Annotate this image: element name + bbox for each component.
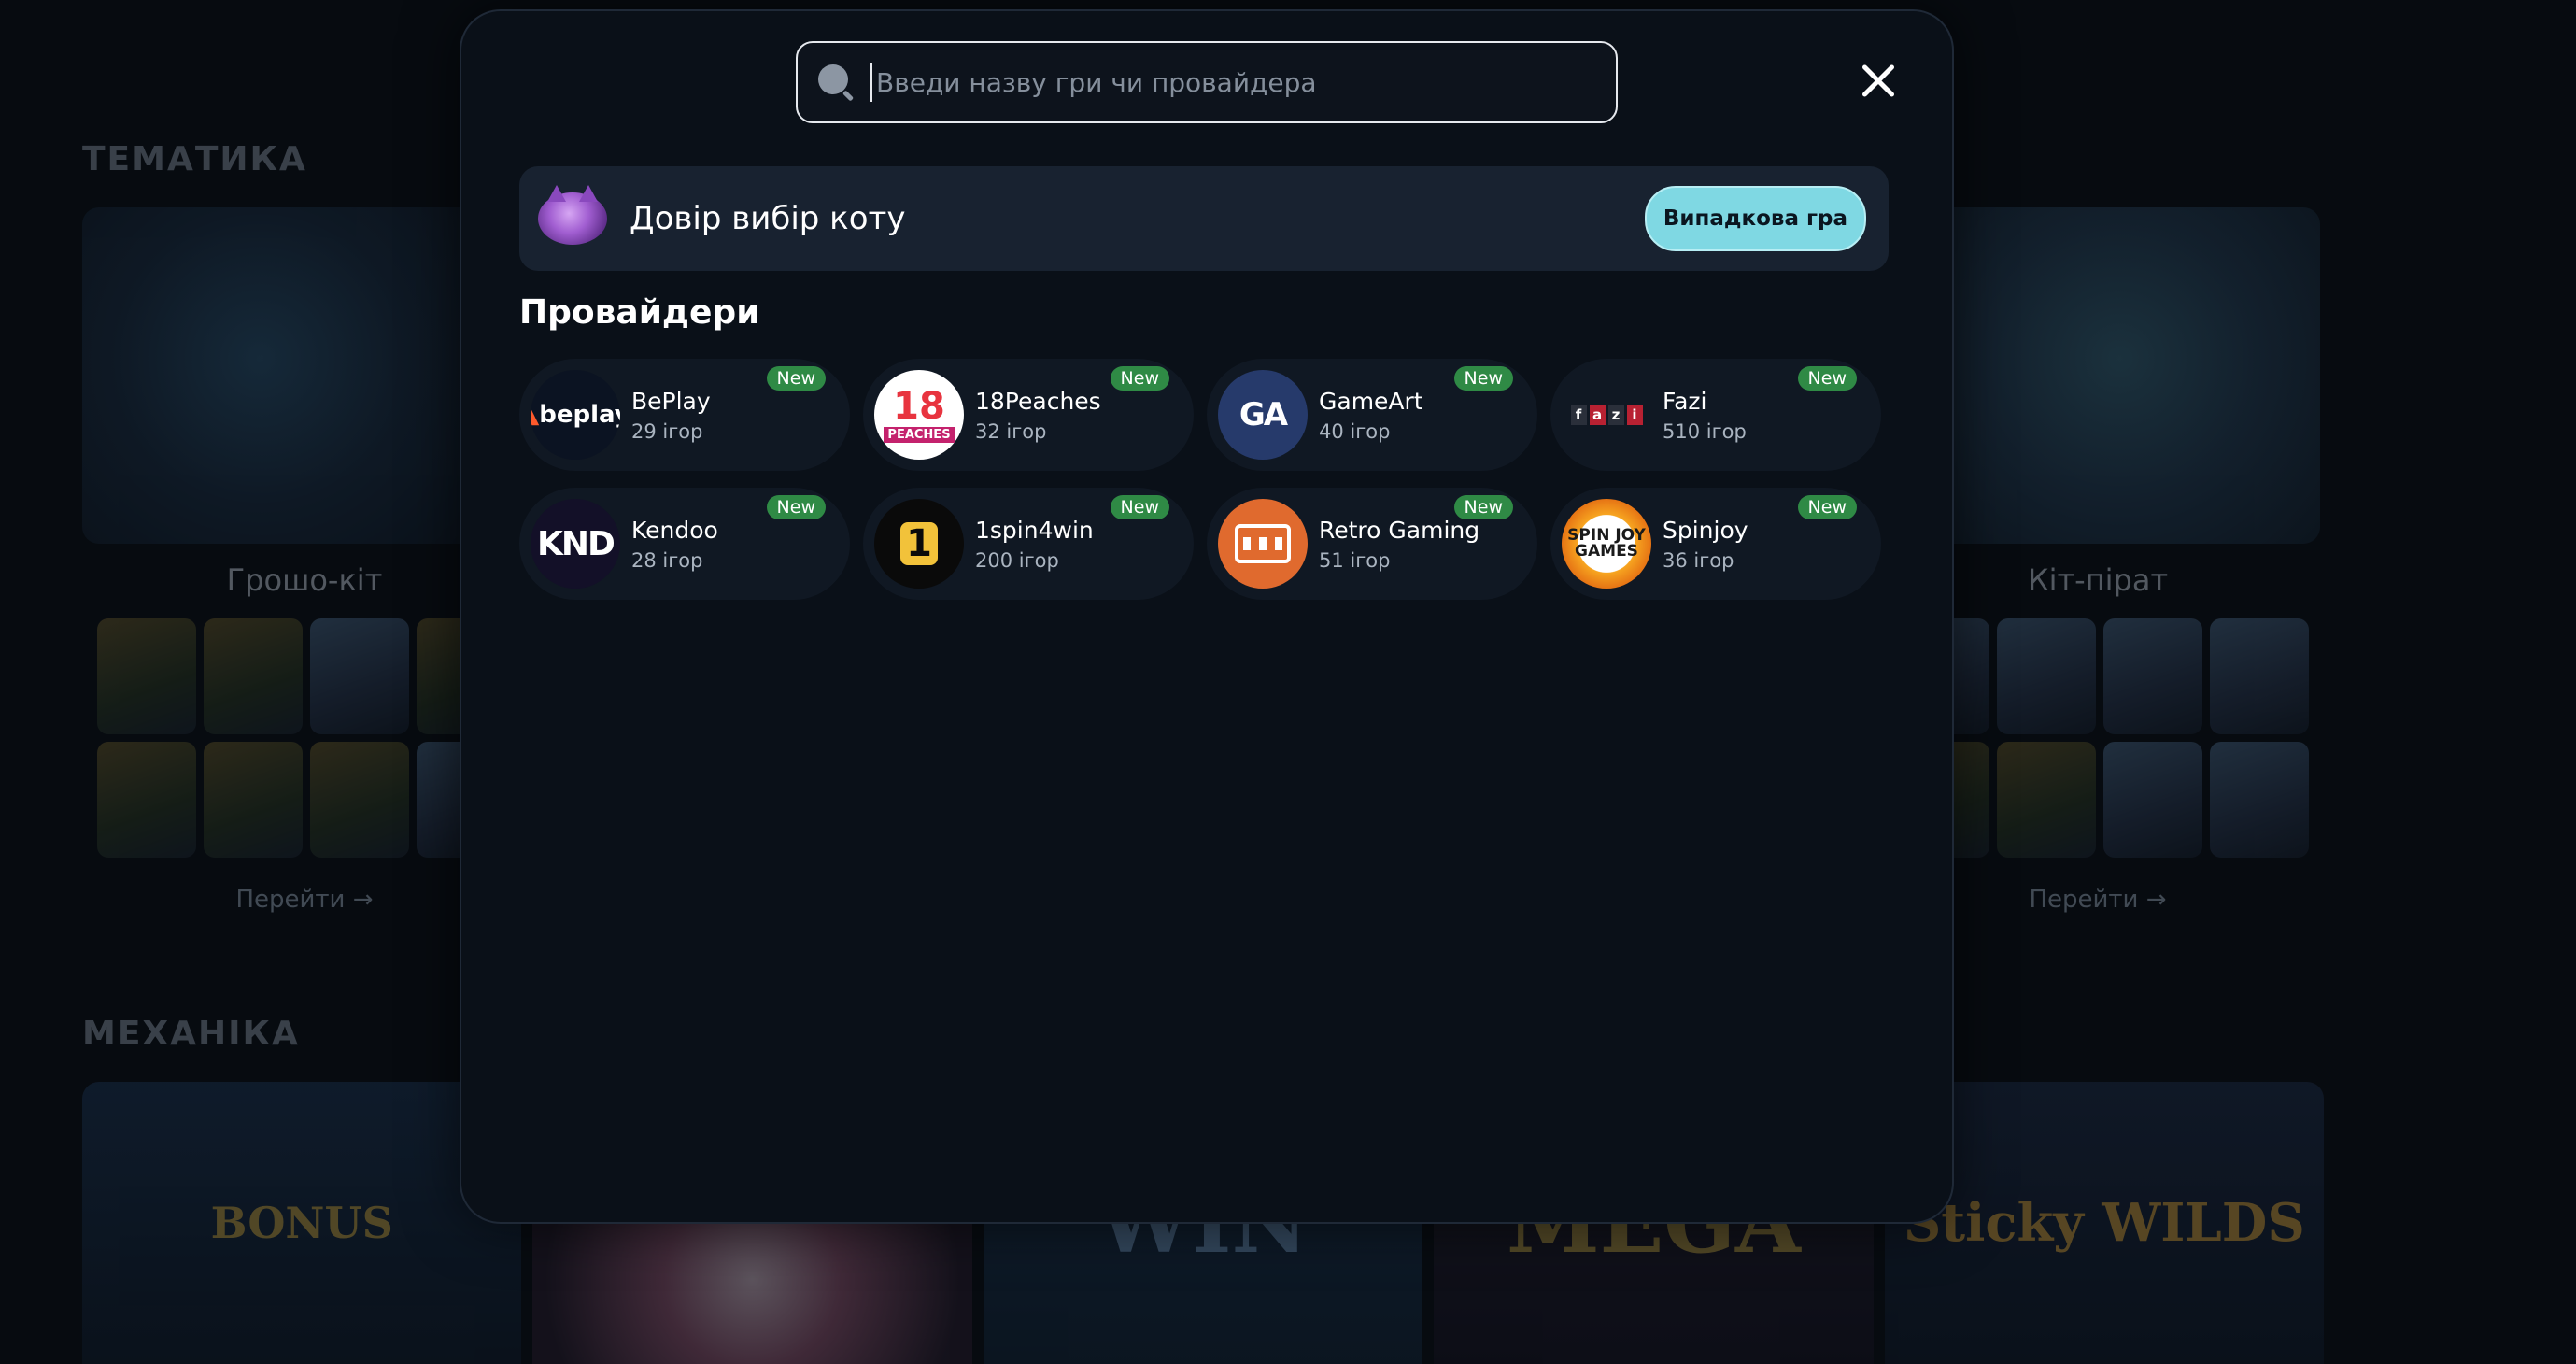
provider-game-count: 29 ігор xyxy=(631,419,703,443)
provider-card-retro-gaming[interactable]: Retro Gaming 51 ігор New xyxy=(1207,488,1537,600)
trust-cat-label: Довір вибір коту xyxy=(630,200,906,237)
game-thumbnail[interactable] xyxy=(2103,742,2202,858)
provider-game-count: 28 ігор xyxy=(631,548,703,572)
provider-name: Kendoo xyxy=(631,516,718,544)
providers-grid: ▲beplay BePlay 29 ігор New 18PEACHES 18P… xyxy=(519,359,1883,600)
game-thumbnail[interactable] xyxy=(2210,742,2309,858)
game-thumbnail[interactable] xyxy=(2103,618,2202,734)
search-input[interactable] xyxy=(870,63,1588,102)
game-thumbnail[interactable] xyxy=(204,618,303,734)
provider-name: BePlay xyxy=(631,387,711,415)
game-thumbnail[interactable] xyxy=(1997,618,2096,734)
game-thumbnail[interactable] xyxy=(1997,742,2096,858)
section-title-theme: ТЕМАТИКА xyxy=(82,140,307,178)
provider-game-count: 510 ігор xyxy=(1663,419,1747,443)
provider-card-fazi[interactable]: fazi Fazi 510 ігор New xyxy=(1550,359,1881,471)
game-thumbnail[interactable] xyxy=(97,742,196,858)
provider-card-beplay[interactable]: ▲beplay BePlay 29 ігор New xyxy=(519,359,850,471)
fazi-logo-icon: fazi xyxy=(1562,370,1651,460)
new-badge: New xyxy=(1453,366,1513,391)
search-box[interactable] xyxy=(796,41,1618,123)
provider-name: 1spin4win xyxy=(975,516,1094,544)
game-thumbnail[interactable] xyxy=(2210,618,2309,734)
mechanics-tile-bonus[interactable]: BONUS xyxy=(82,1082,522,1364)
game-thumbnail[interactable] xyxy=(204,742,303,858)
new-badge: New xyxy=(766,366,826,391)
provider-name: 18Peaches xyxy=(975,387,1101,415)
provider-card-spinjoy[interactable]: SPIN JOY GAMES Spinjoy 36 ігор New xyxy=(1550,488,1881,600)
section-title-mechanics: МЕХАНІКА xyxy=(82,1015,300,1053)
1spin4win-logo-icon: 1 xyxy=(874,499,964,589)
new-badge: New xyxy=(1110,366,1169,391)
new-badge: New xyxy=(1797,495,1857,519)
new-badge: New xyxy=(1797,366,1857,391)
search-icon xyxy=(818,64,855,102)
provider-game-count: 36 ігор xyxy=(1663,548,1734,572)
spinjoy-logo-icon: SPIN JOY GAMES xyxy=(1562,499,1651,589)
provider-name: Spinjoy xyxy=(1663,516,1748,544)
provider-card-1spin4win[interactable]: 1 1spin4win 200 ігор New xyxy=(863,488,1194,600)
new-badge: New xyxy=(1453,495,1513,519)
new-badge: New xyxy=(766,495,826,519)
game-thumbnail[interactable] xyxy=(310,742,409,858)
retro-gaming-logo-icon xyxy=(1218,499,1308,589)
provider-name: Fazi xyxy=(1663,387,1707,415)
new-badge: New xyxy=(1110,495,1169,519)
game-thumbnail[interactable] xyxy=(97,618,196,734)
trust-cat-bar: Довір вибір коту Випадкова гра xyxy=(519,166,1889,271)
random-game-button[interactable]: Випадкова гра xyxy=(1644,186,1866,251)
18peaches-logo-icon: 18 PEACHES xyxy=(874,370,964,460)
game-thumbnail[interactable] xyxy=(310,618,409,734)
provider-game-count: 51 ігор xyxy=(1319,548,1391,572)
kendoo-logo-icon: KND xyxy=(531,499,620,589)
cat-avatar-icon xyxy=(538,185,607,245)
providers-heading: Провайдери xyxy=(519,293,760,332)
theme-card-thumbnails xyxy=(97,618,516,858)
search-modal: Довір вибір коту Випадкова гра Провайдер… xyxy=(460,9,1954,1224)
beplay-logo-icon: ▲beplay xyxy=(531,370,620,460)
provider-game-count: 40 ігор xyxy=(1319,419,1391,443)
provider-card-kendoo[interactable]: KND Kendoo 28 ігор New xyxy=(519,488,850,600)
provider-name: Retro Gaming xyxy=(1319,516,1480,544)
gameart-logo-icon: GA xyxy=(1218,370,1308,460)
provider-card-gameart[interactable]: GA GameArt 40 ігор New xyxy=(1207,359,1537,471)
provider-game-count: 32 ігор xyxy=(975,419,1047,443)
provider-card-18peaches[interactable]: 18 PEACHES 18Peaches 32 ігор New xyxy=(863,359,1194,471)
close-icon[interactable] xyxy=(1857,60,1900,103)
provider-name: GameArt xyxy=(1319,387,1423,415)
provider-game-count: 200 ігор xyxy=(975,548,1059,572)
